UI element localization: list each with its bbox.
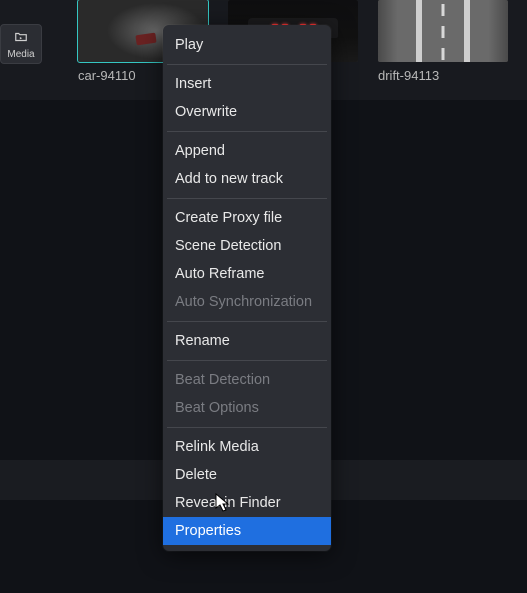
context-menu-item: Beat Options — [163, 394, 331, 422]
context-menu-item[interactable]: Scene Detection — [163, 232, 331, 260]
media-folder-icon — [14, 30, 28, 47]
context-menu-item[interactable]: Insert — [163, 70, 331, 98]
thumbnail-label: drift-94113 — [378, 68, 439, 83]
context-menu-item[interactable]: Reveal in Finder — [163, 489, 331, 517]
context-menu-item[interactable]: Play — [163, 31, 331, 59]
context-menu-separator — [167, 321, 327, 322]
context-menu-item[interactable]: Append — [163, 137, 331, 165]
import-media-button[interactable]: Media — [0, 24, 42, 64]
context-menu-item: Beat Detection — [163, 366, 331, 394]
context-menu-item[interactable]: Delete — [163, 461, 331, 489]
context-menu-item[interactable]: Add to new track — [163, 165, 331, 193]
import-media-label: Media — [7, 49, 34, 60]
context-menu-item[interactable]: Properties — [163, 517, 331, 545]
thumbnail-label: car-94110 — [78, 68, 136, 83]
media-thumbnail[interactable]: drift-94113 — [378, 0, 508, 83]
context-menu-item[interactable]: Auto Reframe — [163, 260, 331, 288]
context-menu-separator — [167, 198, 327, 199]
context-menu-separator — [167, 360, 327, 361]
context-menu-separator — [167, 131, 327, 132]
context-menu: Play InsertOverwrite AppendAdd to new trac… — [163, 25, 331, 551]
context-menu-separator — [167, 427, 327, 428]
context-menu-item[interactable]: Relink Media — [163, 433, 331, 461]
context-menu-item[interactable]: Overwrite — [163, 98, 331, 126]
context-menu-item[interactable]: Rename — [163, 327, 331, 355]
thumbnail-image — [378, 0, 508, 62]
context-menu-item: Auto Synchronization — [163, 288, 331, 316]
context-menu-separator — [167, 64, 327, 65]
context-menu-item[interactable]: Create Proxy file — [163, 204, 331, 232]
